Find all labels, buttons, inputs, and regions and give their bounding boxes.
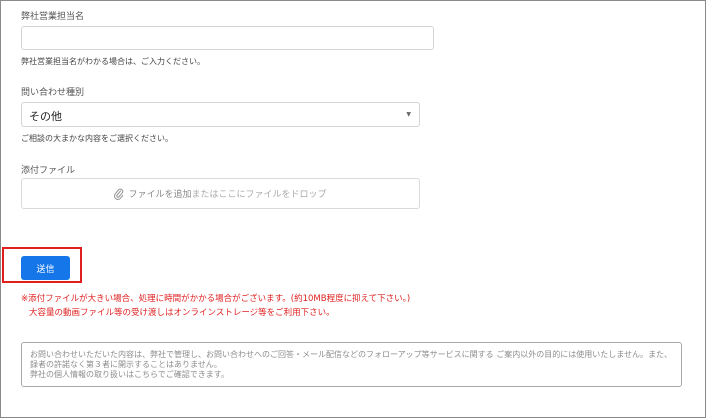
dropzone-drop-text: またはここにファイルをドロップ [191,190,327,200]
large-file-note: 大容量の動画ファイル等の受け渡しはオンラインストレージ等をご利用下さい。 [29,308,335,318]
sales-rep-help: 弊社営業担当名がわかる場合は、ご入力ください。 [21,57,205,66]
attachment-dropzone[interactable]: ファイルを追加 またはここにファイルをドロップ [21,178,420,209]
attachment-label: 添付ファイル [21,166,76,176]
inquiry-type-value: その他 [29,110,62,123]
attachment-size-note: ※添付ファイルが大きい場合、処理に時間がかかる場合がございます。(約10MB程度… [21,294,411,304]
inquiry-type-select[interactable]: その他 ▼ [21,102,420,127]
sales-rep-label: 弊社営業担当名 [21,12,85,22]
dropzone-add-text: ファイルを追加 [128,190,192,200]
sales-rep-input[interactable] [21,26,434,50]
paperclip-icon [114,188,124,200]
inquiry-type-help: ご相談の大まかな内容をご選択ください。 [21,134,173,143]
privacy-line: お問い合わせいただいた内容は、弊社で管理し、お問い合わせへのご回答・メール配信な… [30,350,673,359]
submit-button[interactable]: 送信 [21,256,70,280]
privacy-textarea[interactable]: お問い合わせいただいた内容は、弊社で管理し、お問い合わせへのご回答・メール配信な… [21,342,682,387]
privacy-line: 弊社の個人情報の取り扱いはこちらでご確認できます。 [30,370,229,379]
chevron-down-icon: ▼ [406,111,411,118]
inquiry-type-label: 問い合わせ種別 [21,88,85,98]
privacy-line: 録者の許諾なく第３者に開示することはありません。 [30,360,222,369]
